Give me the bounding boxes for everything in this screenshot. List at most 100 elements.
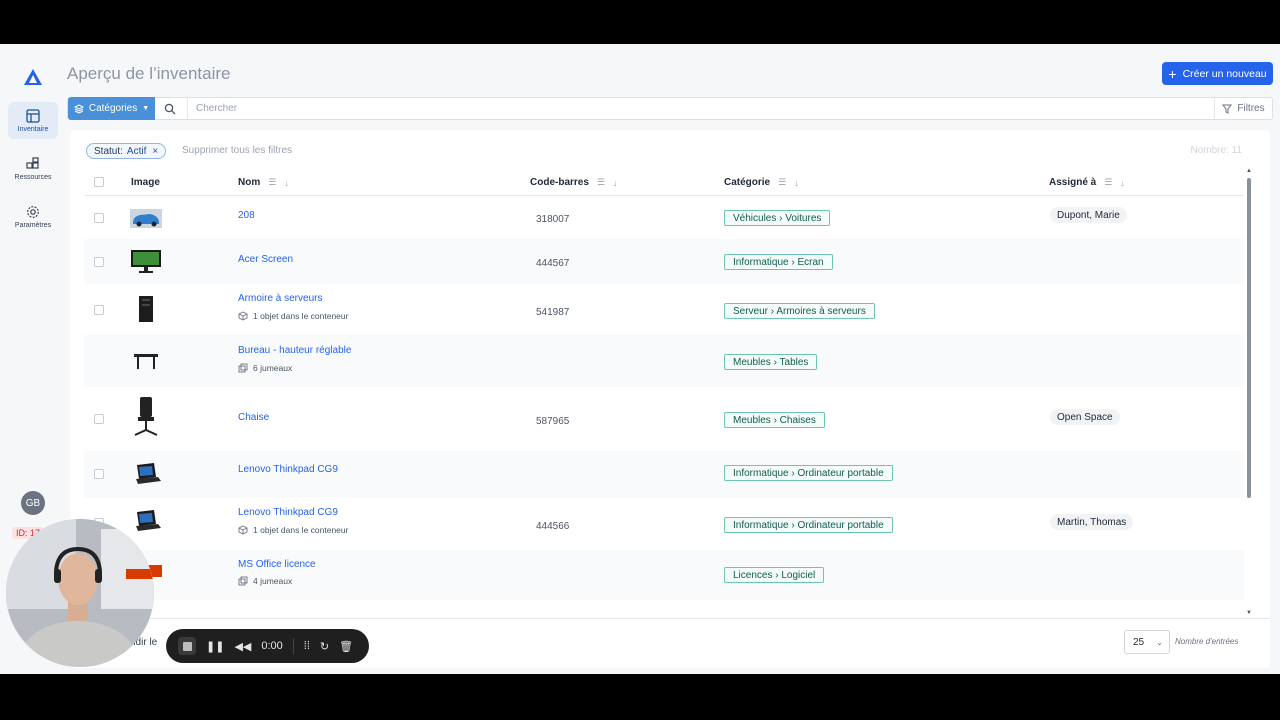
app-logo-icon[interactable] xyxy=(23,68,43,88)
sort-arrow-icon[interactable]: ↓ xyxy=(284,178,289,188)
laptop-thumbnail xyxy=(136,510,161,531)
category-tag[interactable]: Véhicules › Voitures xyxy=(724,210,831,226)
table-row[interactable]: Armoire à serveurs 1 objet dans le conte… xyxy=(84,284,1244,335)
table-row[interactable]: 208 318007 Véhicules › Voitures Dupont, … xyxy=(84,197,1244,239)
rewind-icon[interactable]: ◀◀ xyxy=(234,640,251,653)
table-row[interactable]: MS Office licence 4 jumeaux Licences › L… xyxy=(84,550,1244,600)
app-screen: Inventaire Ressources Paramètres GB ID: … xyxy=(0,44,1280,674)
categories-dropdown[interactable]: Catégories ▼ xyxy=(68,97,155,120)
barcode-value: 587965 xyxy=(536,416,570,427)
divider xyxy=(292,638,294,654)
filter-lines-icon[interactable]: ☰ xyxy=(268,177,276,188)
barcode-value: 444567 xyxy=(536,258,570,269)
grid-icon xyxy=(26,108,40,123)
close-icon[interactable]: × xyxy=(152,146,158,157)
status-filter-key: Statut: xyxy=(94,145,123,157)
column-header-label: Nom xyxy=(238,177,261,188)
page-size-select[interactable]: 25 ⌄ xyxy=(1124,630,1170,654)
create-new-label: Créer un nouveau xyxy=(1182,67,1267,80)
item-name-link[interactable]: Armoire à serveurs xyxy=(238,293,322,304)
sidebar-item-ressources[interactable]: Ressources xyxy=(8,150,58,187)
table-scrollbar[interactable]: ▲ ▼ xyxy=(1244,168,1254,618)
page-size-value: 25 xyxy=(1133,636,1145,648)
server-rack-thumbnail xyxy=(139,296,153,322)
twins-note: 4 jumeaux xyxy=(238,576,292,586)
item-name-link[interactable]: 208 xyxy=(238,210,255,221)
row-checkbox[interactable] xyxy=(94,305,104,315)
column-header-barcode[interactable]: Code-barres ☰ ↓ xyxy=(530,177,617,188)
barcode-value: 444566 xyxy=(536,521,570,532)
search-input[interactable] xyxy=(196,98,1206,119)
category-tag[interactable]: Licences › Logiciel xyxy=(724,567,825,583)
row-checkbox[interactable] xyxy=(94,414,104,424)
filters-button[interactable]: Filtres xyxy=(1214,98,1272,119)
row-checkbox[interactable] xyxy=(94,213,104,223)
sidebar-item-label: Ressources xyxy=(14,173,52,181)
grid-dots-icon[interactable]: ⁞⁞ xyxy=(304,640,310,652)
plus-icon: + xyxy=(1168,65,1177,82)
category-tag[interactable]: Serveur › Armoires à serveurs xyxy=(724,303,875,319)
sidebar-item-label: Inventaire xyxy=(17,125,49,133)
table-row[interactable]: Bureau - hauteur réglable 6 jumeaux Meub… xyxy=(84,335,1244,387)
item-name-link[interactable]: Lenovo Thinkpad CG9 xyxy=(238,507,338,518)
sidebar-item-inventaire[interactable]: Inventaire xyxy=(8,102,58,139)
category-tag[interactable]: Informatique › Ordinateur portable xyxy=(724,465,893,481)
layers-icon xyxy=(73,103,84,114)
column-header-label: Assigné à xyxy=(1049,177,1097,188)
search-icon[interactable] xyxy=(164,103,176,115)
twins-note: 6 jumeaux xyxy=(238,363,292,373)
item-name-link[interactable]: Bureau - hauteur réglable xyxy=(238,345,351,356)
row-checkbox[interactable] xyxy=(94,469,104,479)
assignee-badge[interactable]: Dupont, Marie xyxy=(1050,207,1127,223)
status-filter-chip[interactable]: Statut: Actif × xyxy=(86,143,167,159)
category-tag[interactable]: Informatique › Ordinateur portable xyxy=(724,517,893,533)
table-row[interactable]: Chaise 587965 Meubles › Chaises Open Spa… xyxy=(84,387,1244,451)
sort-arrow-icon[interactable]: ↓ xyxy=(794,178,799,188)
filter-lines-icon[interactable]: ☰ xyxy=(1104,177,1112,188)
column-header-name[interactable]: Nom ☰ ↓ xyxy=(238,177,289,188)
scroll-up-icon[interactable]: ▲ xyxy=(1246,168,1252,174)
row-checkbox[interactable] xyxy=(94,257,104,267)
pause-icon[interactable]: ❚❚ xyxy=(206,640,224,653)
barcode-value: 318007 xyxy=(536,214,570,225)
container-note-text: 1 objet dans le conteneur xyxy=(253,311,349,321)
chair-thumbnail xyxy=(134,397,158,436)
status-filter-value: Actif xyxy=(126,145,147,157)
item-name-link[interactable]: MS Office licence xyxy=(238,559,316,570)
category-tag[interactable]: Meubles › Chaises xyxy=(724,412,825,428)
sort-arrow-icon[interactable]: ↓ xyxy=(1120,178,1125,188)
filter-lines-icon[interactable]: ☰ xyxy=(597,177,605,188)
stop-button[interactable] xyxy=(178,637,196,655)
filter-lines-icon[interactable]: ☰ xyxy=(778,177,786,188)
blocks-icon xyxy=(26,156,39,169)
item-name-link[interactable]: Acer Screen xyxy=(238,254,293,265)
container-note: 1 objet dans le conteneur xyxy=(238,311,348,321)
category-tag[interactable]: Informatique › Ecran xyxy=(724,254,833,270)
sidebar-item-parametres[interactable]: Paramètres xyxy=(8,198,58,235)
column-header-assignee[interactable]: Assigné à ☰ ↓ xyxy=(1049,177,1125,188)
categories-label: Catégories xyxy=(88,103,138,114)
table-row[interactable]: Lenovo Thinkpad CG9 1 objet dans le cont… xyxy=(84,498,1244,550)
assignee-badge[interactable]: Open Space xyxy=(1050,409,1120,425)
trash-icon[interactable]: 🗑 xyxy=(339,640,353,653)
table-row[interactable]: Acer Screen 444567 Informatique › Ecran xyxy=(84,239,1244,284)
assignee-badge[interactable]: Martin, Thomas xyxy=(1050,514,1134,530)
category-tag[interactable]: Meubles › Tables xyxy=(724,354,818,370)
item-name-link[interactable]: Chaise xyxy=(238,412,269,423)
restart-icon[interactable]: ↻ xyxy=(320,640,329,653)
caret-down-icon: ▼ xyxy=(142,105,150,112)
table-row[interactable]: Lenovo Thinkpad CG9 Informatique › Ordin… xyxy=(84,451,1244,498)
copy-icon xyxy=(238,363,248,373)
create-new-button[interactable]: + Créer un nouveau xyxy=(1162,62,1273,85)
select-all-checkbox[interactable] xyxy=(94,177,104,187)
avatar[interactable]: GB xyxy=(21,491,45,515)
divider xyxy=(187,98,188,119)
sort-arrow-icon[interactable]: ↓ xyxy=(613,178,618,188)
scroll-down-icon[interactable]: ▼ xyxy=(1246,610,1252,616)
container-note: 1 objet dans le conteneur xyxy=(238,525,348,535)
scroll-thumb[interactable] xyxy=(1247,178,1251,498)
clear-filters-link[interactable]: Supprimer tous les filtres xyxy=(182,145,292,156)
item-name-link[interactable]: Lenovo Thinkpad CG9 xyxy=(238,464,338,475)
filters-label: Filtres xyxy=(1237,103,1265,114)
column-header-category[interactable]: Catégorie ☰ ↓ xyxy=(724,177,799,188)
